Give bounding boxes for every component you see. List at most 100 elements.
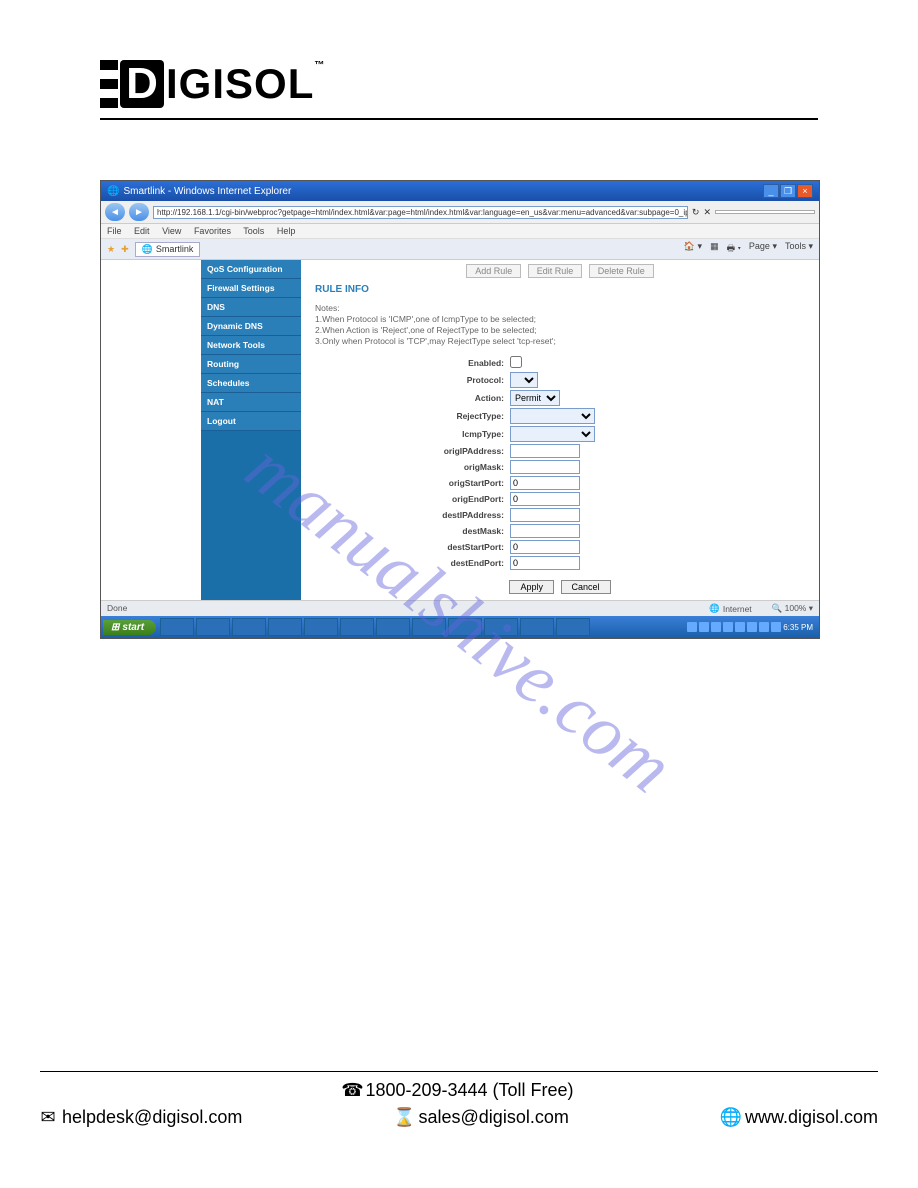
label-protocol: Protocol:	[420, 375, 510, 385]
print-dropdown[interactable]: 🖶 ▾	[727, 241, 741, 257]
footer-phone: 1800-209-3444 (Toll Free)	[365, 1080, 573, 1100]
label-destmask: destMask:	[420, 526, 510, 536]
tab-icon: 🌐	[142, 244, 153, 255]
menu-help[interactable]: Help	[277, 226, 296, 236]
sidebar-item-logout[interactable]: Logout	[201, 412, 301, 431]
internet-icon: 🌐	[709, 603, 720, 614]
task-item[interactable]	[376, 618, 410, 636]
status-bar: Done 🌐 Internet 🔍 100% ▾	[101, 600, 819, 616]
label-origmask: origMask:	[420, 462, 510, 472]
zoom-level[interactable]: 🔍 100% ▾	[772, 603, 813, 614]
back-button[interactable]: ◄	[105, 203, 125, 221]
note-1: 1.When Protocol is 'ICMP',one of IcmpTyp…	[315, 314, 805, 324]
menu-favorites[interactable]: Favorites	[194, 226, 231, 236]
sidebar-item-schedules[interactable]: Schedules	[201, 374, 301, 393]
edit-rule-button[interactable]: Edit Rule	[528, 264, 583, 278]
window-title: Smartlink - Windows Internet Explorer	[123, 186, 291, 197]
sidebar-item-ddns[interactable]: Dynamic DNS	[201, 317, 301, 336]
label-origip: origIPAddress:	[420, 446, 510, 456]
sidebar-item-nat[interactable]: NAT	[201, 393, 301, 412]
apply-button[interactable]: Apply	[509, 580, 554, 594]
task-item[interactable]	[268, 618, 302, 636]
start-button[interactable]: ⊞start	[103, 620, 156, 635]
footer-web: www.digisol.com	[745, 1107, 878, 1128]
close-button[interactable]: ×	[797, 184, 813, 198]
forward-button[interactable]: ►	[129, 203, 149, 221]
maximize-button[interactable]: ❐	[780, 184, 796, 198]
favorites-star-icon[interactable]: ★	[107, 244, 115, 255]
add-favorite-icon[interactable]: ✚	[121, 244, 129, 255]
menu-view[interactable]: View	[162, 226, 181, 236]
destend-input[interactable]	[510, 556, 580, 570]
tools-dropdown[interactable]: Tools ▾	[785, 241, 813, 257]
deststart-input[interactable]	[510, 540, 580, 554]
refresh-icon[interactable]: ↻	[692, 207, 700, 218]
add-rule-button[interactable]: Add Rule	[466, 264, 521, 278]
minimize-button[interactable]: _	[763, 184, 779, 198]
task-item[interactable]	[304, 618, 338, 636]
footer-sales: sales@digisol.com	[419, 1107, 569, 1128]
sidebar-item-qos[interactable]: QoS Configuration	[201, 260, 301, 279]
action-select[interactable]: Permit	[510, 390, 560, 406]
tray-icon[interactable]	[759, 622, 769, 632]
tray-icon[interactable]	[687, 622, 697, 632]
system-tray: 6:35 PM	[687, 622, 817, 632]
task-item[interactable]	[340, 618, 374, 636]
home-dropdown[interactable]: 🏠 ▾	[684, 241, 702, 257]
cancel-button[interactable]: Cancel	[561, 580, 611, 594]
feed-icon[interactable]: ▦	[710, 241, 719, 257]
task-item[interactable]	[196, 618, 230, 636]
url-input[interactable]: http://192.168.1.1/cgi-bin/webproc?getpa…	[153, 206, 688, 219]
tray-icon[interactable]	[699, 622, 709, 632]
label-origend: origEndPort:	[420, 494, 510, 504]
tray-icon[interactable]	[711, 622, 721, 632]
page-dropdown[interactable]: Page ▾	[749, 241, 777, 257]
stop-icon[interactable]: ✕	[703, 207, 711, 218]
menu-file[interactable]: File	[107, 226, 122, 236]
task-item[interactable]	[556, 618, 590, 636]
header-rule	[100, 118, 818, 120]
sidebar: QoS Configuration Firewall Settings DNS …	[201, 260, 301, 600]
task-item[interactable]	[160, 618, 194, 636]
status-done: Done	[107, 603, 127, 614]
sidebar-item-firewall[interactable]: Firewall Settings	[201, 279, 301, 298]
taskbar-items	[160, 618, 687, 636]
tray-icon[interactable]	[747, 622, 757, 632]
menu-tools[interactable]: Tools	[243, 226, 264, 236]
task-item[interactable]	[232, 618, 266, 636]
tray-icon[interactable]	[735, 622, 745, 632]
screenshot-container: 🌐 Smartlink - Windows Internet Explorer …	[100, 180, 820, 639]
sidebar-item-dns[interactable]: DNS	[201, 298, 301, 317]
tray-icon[interactable]	[723, 622, 733, 632]
destip-input[interactable]	[510, 508, 580, 522]
status-internet: Internet	[723, 604, 752, 614]
sidebar-item-routing[interactable]: Routing	[201, 355, 301, 374]
task-item[interactable]	[448, 618, 482, 636]
protocol-select[interactable]	[510, 372, 538, 388]
notes-title: Notes:	[315, 303, 805, 313]
search-input[interactable]	[715, 210, 815, 214]
taskbar: ⊞start	[101, 616, 819, 638]
sidebar-item-network-tools[interactable]: Network Tools	[201, 336, 301, 355]
browser-tab[interactable]: 🌐 Smartlink	[135, 242, 201, 257]
task-item[interactable]	[484, 618, 518, 636]
tray-icon[interactable]	[771, 622, 781, 632]
logo-text: IGISOL™	[166, 60, 325, 108]
task-item[interactable]	[412, 618, 446, 636]
enabled-checkbox[interactable]	[510, 356, 522, 368]
tab-bar: ★ ✚ 🌐 Smartlink 🏠 ▾ ▦ 🖶 ▾ Page ▾ Tools ▾	[101, 239, 819, 260]
rejecttype-select[interactable]	[510, 408, 595, 424]
menu-edit[interactable]: Edit	[134, 226, 150, 236]
origmask-input[interactable]	[510, 460, 580, 474]
task-item[interactable]	[520, 618, 554, 636]
destmask-input[interactable]	[510, 524, 580, 538]
globe-icon: 🌐	[723, 1110, 739, 1126]
origip-input[interactable]	[510, 444, 580, 458]
origstart-input[interactable]	[510, 476, 580, 490]
phone-icon: ☎	[344, 1083, 360, 1099]
delete-rule-button[interactable]: Delete Rule	[589, 264, 654, 278]
mail-icon: ✉	[40, 1110, 56, 1126]
origend-input[interactable]	[510, 492, 580, 506]
icmptype-select[interactable]	[510, 426, 595, 442]
footer-helpdesk: helpdesk@digisol.com	[62, 1107, 242, 1128]
